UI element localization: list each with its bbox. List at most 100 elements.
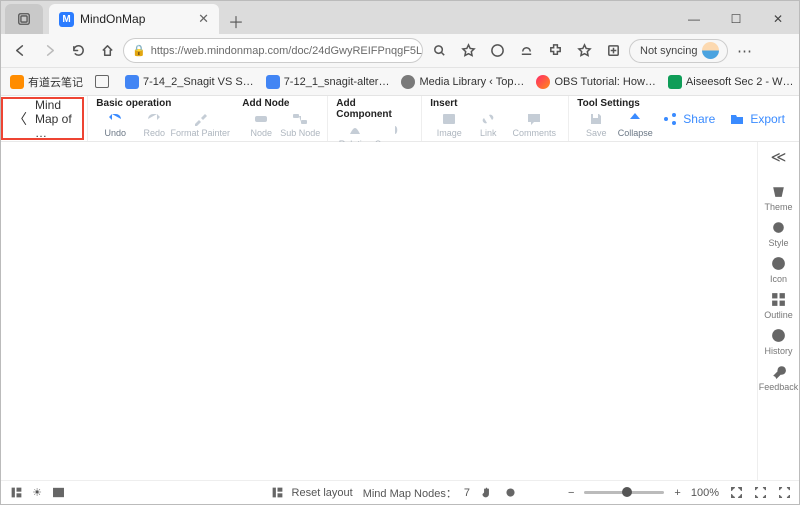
- reset-layout-button[interactable]: Reset layout: [271, 486, 353, 500]
- tab-overview-button[interactable]: [5, 4, 43, 34]
- toolbar-button-label: Image: [437, 128, 462, 138]
- tab-close-button[interactable]: ✕: [198, 11, 209, 27]
- view-layout-icon[interactable]: [9, 486, 23, 500]
- toolbar-button-label: Comments: [513, 128, 557, 138]
- collapse-button[interactable]: Collapse: [616, 110, 654, 138]
- nav-back-button[interactable]: [7, 38, 33, 64]
- link-button[interactable]: Link: [469, 110, 507, 138]
- rpanel-outline-button[interactable]: Outline: [759, 291, 799, 320]
- url-field[interactable]: 🔒 https://web.mindonmap.com/doc/24dGwyRE…: [123, 38, 423, 63]
- expand-icon[interactable]: [777, 486, 791, 500]
- export-label: Export: [750, 112, 785, 126]
- more-menu-button[interactable]: ⋯: [731, 38, 757, 64]
- hand-tool-icon[interactable]: [480, 486, 494, 500]
- save-icon: [588, 110, 604, 128]
- back-to-docs-button[interactable]: 〈 Mind Map of …: [1, 97, 84, 140]
- share-button[interactable]: Share: [662, 111, 715, 127]
- format-painter-button[interactable]: Format Painter: [174, 110, 226, 138]
- new-tab-button[interactable]: ＋: [223, 8, 249, 34]
- bookmark-icon: [536, 75, 550, 89]
- node-count-value: 7: [464, 487, 470, 499]
- extensions-icon[interactable]: [542, 38, 568, 64]
- window-close-button[interactable]: ✕: [757, 4, 799, 34]
- mindmap-canvas[interactable]: [1, 142, 757, 480]
- toolbar-group-header: Tool Settings: [577, 98, 654, 110]
- toolbar-group-header: Add Node: [242, 98, 319, 110]
- fullscreen-icon[interactable]: [753, 486, 767, 500]
- node-count-label: Mind Map Nodes：: [363, 485, 457, 501]
- toolbar-group-header: Insert: [430, 98, 560, 110]
- ext2-icon[interactable]: [513, 38, 539, 64]
- linkic-icon: [480, 110, 496, 128]
- export-button[interactable]: Export: [729, 111, 785, 127]
- bookmark-item[interactable]: Aiseesoft Sec 2 - W…: [665, 73, 797, 91]
- window-minimize-button[interactable]: —: [673, 4, 715, 34]
- subnode-icon: [292, 110, 308, 128]
- icon-icon: [770, 255, 787, 272]
- toolbar-button-label: Collapse: [618, 128, 653, 138]
- bookmark-icon: [266, 75, 280, 89]
- browser-titlebar: M MindOnMap ✕ ＋ — ☐ ✕: [1, 1, 799, 34]
- toolbar-button-label: Node: [251, 128, 273, 138]
- bookmark-item[interactable]: 7-12_1_snagit-alter…: [263, 73, 393, 91]
- chevron-left-icon: 〈: [13, 109, 27, 129]
- favorite-icon[interactable]: [455, 38, 481, 64]
- bookmark-icon: [401, 75, 415, 89]
- feedback-icon: [770, 363, 787, 380]
- node-button[interactable]: Node: [242, 110, 280, 138]
- zoom-out-button[interactable]: −: [568, 487, 574, 499]
- window-maximize-button[interactable]: ☐: [715, 4, 757, 34]
- nav-refresh-button[interactable]: [65, 38, 91, 64]
- redo-button[interactable]: Redo: [135, 110, 173, 138]
- zoom-in-button[interactable]: +: [674, 487, 680, 499]
- rpanel-history-button[interactable]: History: [759, 327, 799, 356]
- sub-node-button[interactable]: Sub Node: [281, 110, 319, 138]
- save-button[interactable]: Save: [577, 110, 615, 138]
- fit-screen-icon[interactable]: [729, 486, 743, 500]
- image-button[interactable]: Image: [430, 110, 468, 138]
- app-toolbar: 〈 Mind Map of … Basic operationUndoRedoF…: [1, 96, 799, 142]
- avatar-icon: [702, 42, 719, 59]
- nav-home-button[interactable]: [94, 38, 120, 64]
- toolbar-group: Add ComponentRelationSummary: [327, 96, 421, 141]
- nav-forward-button[interactable]: [36, 38, 62, 64]
- bookmark-item[interactable]: Media Library ‹ Top…: [398, 73, 527, 91]
- view-sun-icon[interactable]: ☀: [30, 486, 44, 500]
- bookmarks-bar: 有道云笔记 7-14_2_Snagit VS S… 7-12_1_snagit-al…: [1, 68, 799, 96]
- status-bar: ☀ Reset layout Mind Map Nodes： 7 − + 100…: [1, 480, 799, 504]
- window-controls: — ☐ ✕: [673, 4, 799, 34]
- history-icon: [770, 327, 787, 344]
- toolbar-button-label: Undo: [105, 128, 127, 138]
- zoom-slider[interactable]: [584, 491, 664, 494]
- target-icon[interactable]: [504, 486, 518, 500]
- collections-icon[interactable]: [600, 38, 626, 64]
- toolbar-group: Basic operationUndoRedoFormat Painter: [87, 96, 234, 141]
- browser-tab-active[interactable]: M MindOnMap ✕: [49, 4, 219, 34]
- panel-collapse-button[interactable]: ≪: [771, 148, 787, 166]
- right-panel: ≪ Theme Style Icon Outline History Feedback: [757, 142, 799, 480]
- brush-icon: [192, 110, 208, 128]
- bookmark-item[interactable]: [92, 73, 116, 90]
- rpanel-style-button[interactable]: Style: [759, 219, 799, 248]
- summary-icon: [386, 121, 402, 139]
- rpanel-theme-button[interactable]: Theme: [759, 183, 799, 212]
- reset-layout-label: Reset layout: [292, 487, 353, 499]
- favorites-icon[interactable]: [571, 38, 597, 64]
- ext1-icon[interactable]: [484, 38, 510, 64]
- profile-sync-button[interactable]: Not syncing: [629, 39, 728, 63]
- rpanel-icon-button[interactable]: Icon: [759, 255, 799, 284]
- bookmark-item[interactable]: 7-14_2_Snagit VS S…: [122, 73, 257, 91]
- rpanel-feedback-button[interactable]: Feedback: [759, 363, 799, 392]
- view-window-icon[interactable]: [51, 486, 65, 500]
- undo-button[interactable]: Undo: [96, 110, 134, 138]
- document-title: Mind Map of …: [35, 98, 72, 140]
- comments-button[interactable]: Comments: [508, 110, 560, 138]
- relation-icon: [347, 121, 363, 139]
- bookmark-item[interactable]: OBS Tutorial: How…: [533, 73, 658, 91]
- rpanel-label: Outline: [764, 310, 793, 320]
- redo-icon: [146, 110, 162, 128]
- bookmark-item[interactable]: 有道云笔记: [7, 72, 86, 92]
- zoom-icon[interactable]: [426, 38, 452, 64]
- rpanel-label: Style: [768, 238, 788, 248]
- outline-icon: [770, 291, 787, 308]
